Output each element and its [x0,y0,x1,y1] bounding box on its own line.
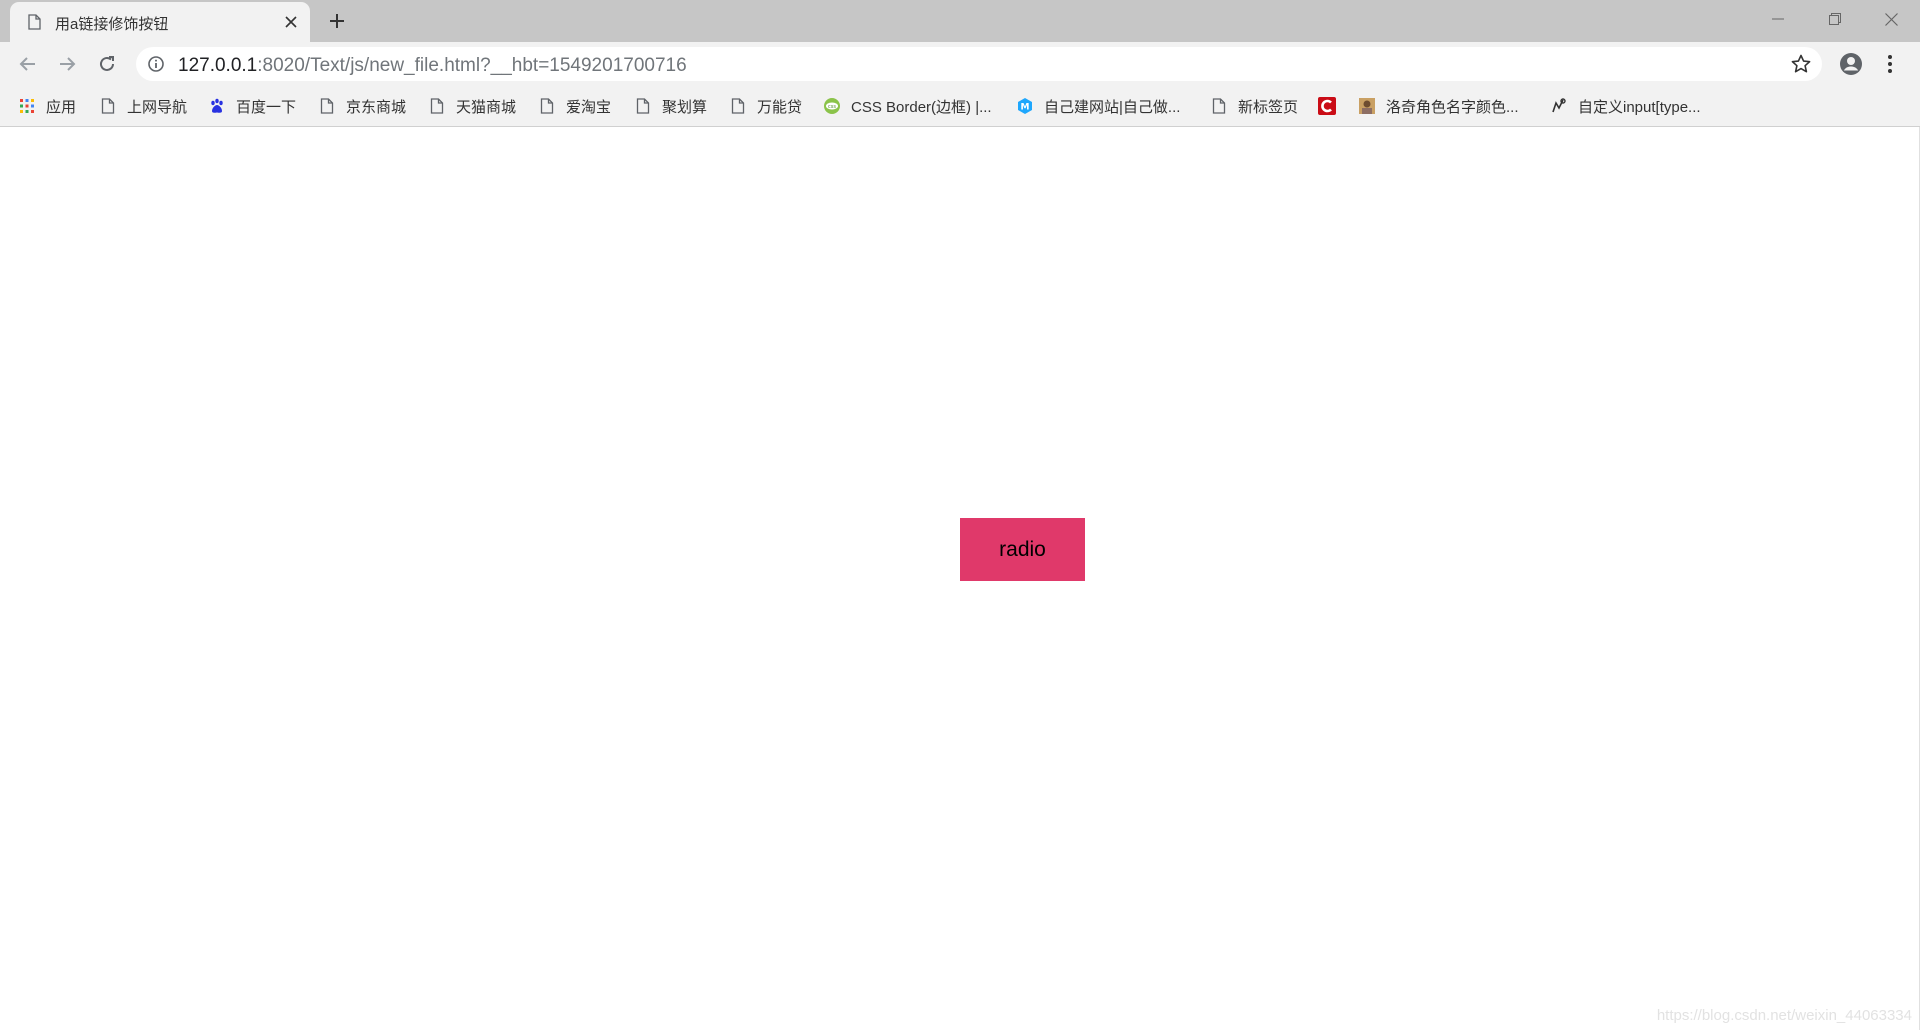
bookmarks-bar: 应用 上网导航 百度一下 京东商城 天猫商城 爱淘宝 聚划算 万能贷 css C… [0,86,1920,127]
bookmark-item[interactable]: M 自己建网站|自己做... [1016,94,1180,118]
page-content: radio https://blog.csdn.net/weixin_44063… [0,127,1920,1030]
bookmark-item[interactable]: 洛奇角色名字颜色... [1358,94,1519,118]
page-icon [1210,97,1228,115]
page-icon [428,97,446,115]
bookmark-label: 聚划算 [662,98,708,116]
address-bar[interactable]: 127.0.0.1:8020/Text/js/new_file.html?__h… [136,47,1822,81]
browser-window: 用a链接修饰按钮 127.0.0.1:8020/Text/js/new_file… [0,0,1920,1030]
bookmark-item[interactable] [1318,94,1346,118]
bookmark-item[interactable]: 万能贷 [729,94,802,118]
bookmark-item[interactable]: 自定义input[type... [1550,94,1701,118]
bookmark-apps[interactable]: 应用 [18,94,76,118]
baidu-paw-icon [208,97,226,115]
bookmark-label: 自己建网站|自己做... [1044,98,1181,116]
account-icon[interactable] [1838,51,1864,77]
watermark-text: https://blog.csdn.net/weixin_44063334 [1656,1007,1912,1024]
bookmark-item[interactable]: 天猫商城 [428,94,516,118]
apps-grid-icon [18,97,36,115]
url-path: :8020/Text/js/new_file.html?__hbt=154920… [257,55,687,76]
close-icon[interactable] [281,12,301,32]
bookmark-item[interactable]: 百度一下 [208,94,296,118]
svg-text:css: css [828,104,836,110]
url-host: 127.0.0.1 [178,55,258,76]
bookmark-label: 爱淘宝 [566,98,612,116]
close-icon[interactable] [1863,0,1920,38]
bookmark-item[interactable]: css CSS Border(边框) |... [823,94,992,118]
radio-link-button[interactable]: radio [960,518,1085,581]
bookmark-item[interactable]: 聚划算 [634,94,707,118]
page-icon [318,97,336,115]
globe-green-icon: css [823,97,841,115]
svg-text:M: M [1021,103,1030,113]
pen-icon [1550,97,1568,115]
plus-icon[interactable] [323,9,351,33]
back-arrow-icon[interactable] [14,50,42,78]
tab-title: 用a链接修饰按钮 [55,16,169,33]
bookmark-item[interactable]: 上网导航 [99,94,187,118]
page-icon [26,14,42,30]
restore-icon[interactable] [1806,0,1863,38]
character-icon [1358,97,1376,115]
page-icon [99,97,117,115]
bookmark-item[interactable]: 新标签页 [1210,94,1298,118]
active-tab[interactable]: 用a链接修饰按钮 [10,2,310,42]
bookmark-label: 应用 [46,98,77,116]
window-controls [1749,0,1920,38]
bookmark-label: 万能贷 [757,98,803,116]
bookmark-label: 上网导航 [127,98,188,116]
url-text[interactable]: 127.0.0.1:8020/Text/js/new_file.html?__h… [178,55,687,77]
star-icon[interactable] [1790,53,1812,75]
bookmark-label: 自定义input[type... [1578,98,1701,116]
toolbar: 127.0.0.1:8020/Text/js/new_file.html?__h… [0,42,1920,86]
bookmark-label: 百度一下 [236,98,297,116]
page-icon [634,97,652,115]
tab-strip: 用a链接修饰按钮 [0,0,1920,42]
forward-arrow-icon[interactable] [53,50,81,78]
more-vert-icon[interactable] [1880,51,1900,77]
bookmark-label: 京东商城 [346,98,407,116]
page-icon [729,97,747,115]
reload-icon[interactable] [93,50,121,78]
csdn-c-icon [1318,97,1336,115]
bookmark-item[interactable]: 爱淘宝 [538,94,611,118]
page-icon [538,97,556,115]
minimize-icon[interactable] [1749,0,1806,38]
m-logo-icon: M [1016,97,1034,115]
bookmark-label: 天猫商城 [456,98,517,116]
bookmark-label: CSS Border(边框) |... [851,98,992,116]
info-icon[interactable] [148,56,164,72]
bookmark-label: 新标签页 [1238,98,1299,116]
bookmark-item[interactable]: 京东商城 [318,94,406,118]
bookmark-label: 洛奇角色名字颜色... [1386,98,1519,116]
